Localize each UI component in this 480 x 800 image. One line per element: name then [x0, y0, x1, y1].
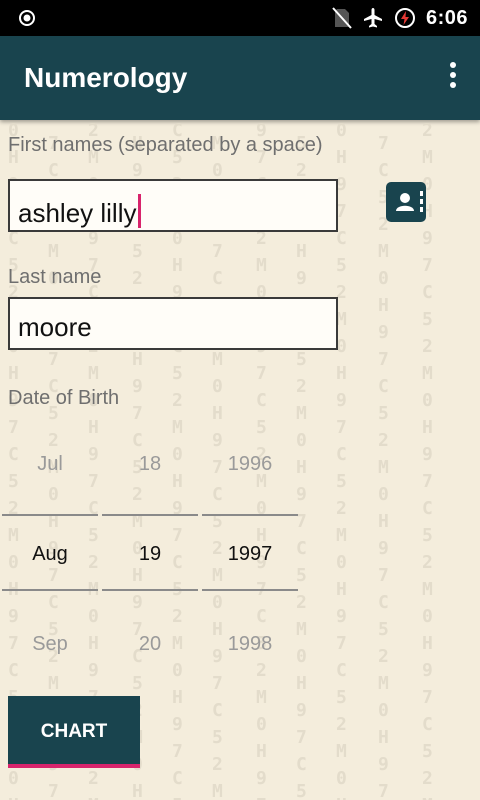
divider [2, 514, 98, 516]
year-next[interactable]: 1998 [202, 633, 298, 656]
month-next[interactable]: Sep [2, 633, 98, 656]
last-name-input[interactable]: moore [8, 297, 338, 350]
last-name-label: Last name [8, 266, 102, 288]
status-bar: 6:06 [0, 0, 480, 36]
divider [202, 514, 298, 516]
contacts-button[interactable] [386, 182, 426, 222]
day-picker[interactable]: 18 19 20 [102, 430, 198, 670]
first-names-input[interactable]: ashley lilly [8, 179, 338, 232]
app-title: Numerology [24, 62, 188, 93]
clock: 6:06 [425, 6, 468, 29]
day-prev[interactable]: 18 [102, 453, 198, 476]
month-selected[interactable]: Aug [2, 543, 98, 566]
month-picker[interactable]: Jul Aug Sep [2, 430, 98, 670]
divider [102, 589, 198, 591]
battery-saver-icon [394, 8, 415, 28]
notification-icon [19, 10, 35, 26]
no-sim-icon [332, 7, 352, 29]
first-names-value: ashley lilly [18, 198, 137, 228]
chart-button[interactable]: CHART [8, 696, 140, 768]
year-prev[interactable]: 1996 [202, 453, 298, 476]
airplane-mode-icon [363, 8, 382, 28]
year-selected[interactable]: 1997 [202, 543, 298, 566]
year-picker[interactable]: 1996 1997 1998 [202, 430, 298, 670]
overflow-menu-icon[interactable] [448, 62, 458, 92]
app-bar: Numerology [0, 36, 480, 120]
day-next[interactable]: 20 [102, 633, 198, 656]
divider [2, 589, 98, 591]
contact-book-icon [396, 191, 423, 212]
first-names-label: First names (separated by a space) [8, 134, 323, 156]
day-selected[interactable]: 19 [102, 543, 198, 566]
text-cursor [137, 194, 141, 228]
divider [202, 589, 298, 591]
dob-label: Date of Birth [8, 387, 120, 409]
divider [102, 514, 198, 516]
month-prev[interactable]: Jul [2, 453, 98, 476]
last-name-value: moore [18, 312, 92, 342]
